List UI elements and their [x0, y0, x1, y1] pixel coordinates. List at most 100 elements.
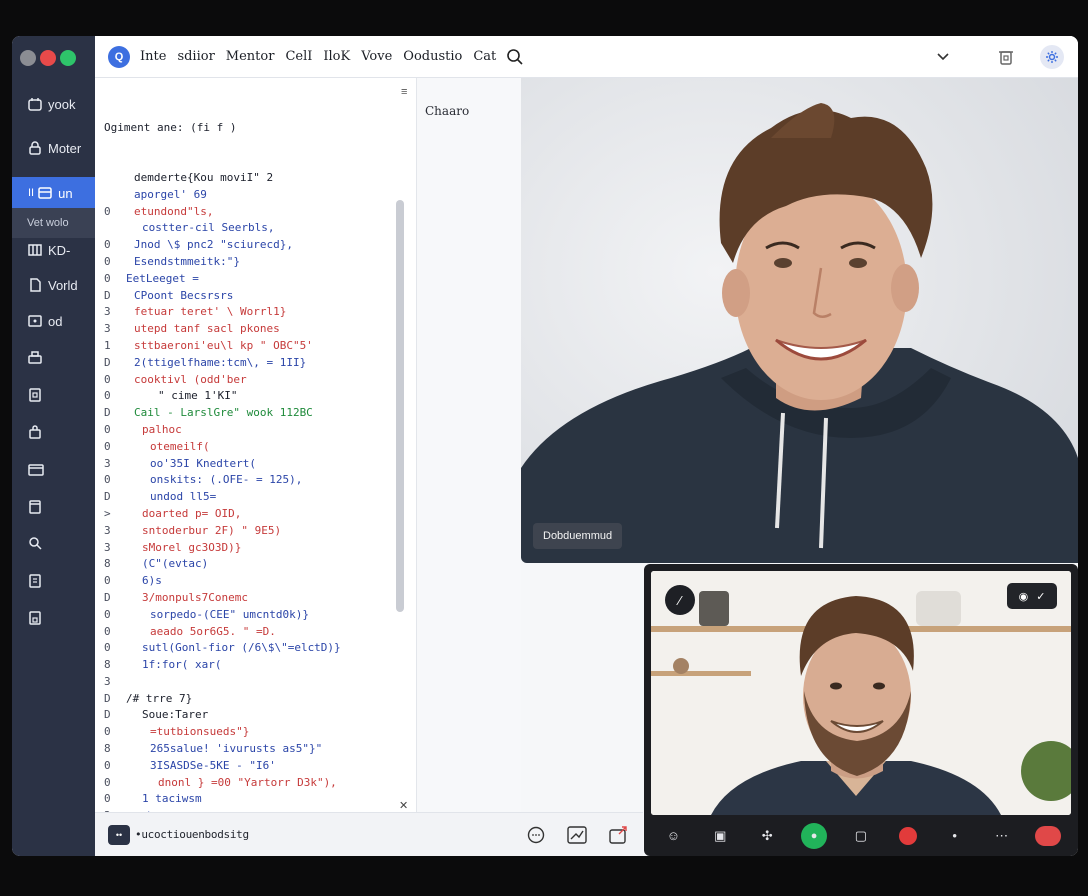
code-line: 0 sorpedo-(CEE" umcntd0k)} — [104, 607, 396, 624]
self-video-feed: ∕ ◉ ✓ — [651, 571, 1071, 815]
status-badge[interactable]: •• — [108, 824, 130, 845]
sidebar-item-moter[interactable]: Moter — [12, 132, 95, 164]
code-text: CPoont Becsrsrs — [134, 288, 234, 302]
chevron-down-icon[interactable] — [936, 52, 950, 62]
sidebar-item-un[interactable]: II un — [12, 177, 95, 209]
line-number: 3 — [104, 305, 111, 319]
code-text: " cime 1'KI" — [158, 389, 238, 403]
menu-bar: Inte sdiior Mentor CelI IloK Vove Oodust… — [140, 49, 496, 64]
self-view-window[interactable]: ∕ ◉ ✓ ☺ ▣ ✣ ● ▢ • ⋯ — [644, 564, 1078, 856]
sidebar-item-od[interactable]: od — [12, 305, 95, 337]
app-logo[interactable]: Q — [108, 45, 130, 68]
pause-icon: II — [28, 187, 35, 199]
sidebar-item-yook[interactable]: yook — [12, 88, 95, 120]
line-number: 3 — [104, 322, 111, 336]
line-number: D — [104, 355, 111, 369]
line-number: > — [104, 506, 111, 520]
line-number: 8 — [104, 742, 111, 756]
code-line: 8 265salue! 'ivurusts as5"}" — [104, 741, 396, 758]
sidebar-item-card[interactable] — [12, 454, 95, 486]
menu-item[interactable]: sdiior — [177, 49, 214, 64]
search-icon[interactable] — [506, 48, 524, 66]
sidebar-item-label: Moter — [48, 140, 82, 156]
sidebar-item-notebook[interactable] — [12, 379, 95, 411]
printer-icon — [28, 351, 42, 364]
code-text: onskits: (.OFE- = 125), — [150, 473, 303, 487]
trash-icon[interactable] — [998, 48, 1014, 66]
record-icon — [898, 826, 917, 845]
chat-title: Chaaro — [425, 104, 470, 118]
status-bar: •• •ucoctiouenbodsitg — [95, 812, 643, 856]
code-line: 0 palhoc — [104, 422, 396, 439]
menu-item[interactable]: Cat — [473, 49, 496, 64]
info-icon[interactable] — [527, 826, 545, 844]
participant-video-image — [521, 78, 1078, 563]
editor-header: Ogiment ane: (fi f ) — [104, 120, 237, 134]
settings-icon[interactable] — [1040, 45, 1064, 69]
menu-item[interactable]: Inte — [140, 49, 166, 64]
code-editor[interactable]: Ogiment ane: (fi f ) demderte{Kou moviI"… — [95, 78, 417, 856]
main-video-feed[interactable]: Dobduemmud — [521, 78, 1078, 563]
menu-item[interactable]: Mentor — [226, 49, 275, 64]
editor-scrollbar[interactable] — [396, 200, 404, 612]
line-number: 0 — [104, 792, 111, 806]
code-text: =tutbionsueds"} — [150, 725, 250, 739]
line-number: D — [104, 406, 111, 420]
more-icon[interactable]: ⋯ — [989, 823, 1015, 849]
code-line: 0 sutl(Gonl-fior (/6\$\"=elctD)} — [104, 640, 396, 657]
code-line: 0 aeado 5or6G5. " =D. — [104, 624, 396, 641]
end-call-button[interactable] — [1035, 823, 1062, 849]
mic-icon[interactable]: ● — [801, 822, 828, 849]
code-text: /# trre 7} — [126, 691, 193, 705]
editor-menu-icon[interactable]: ≡ — [401, 86, 407, 98]
sidebar-item-save[interactable] — [12, 602, 95, 634]
sidebar-item-file[interactable] — [12, 565, 95, 597]
menu-item[interactable]: Vove — [361, 49, 392, 64]
chart-icon[interactable] — [567, 826, 587, 844]
record-button[interactable] — [895, 823, 921, 849]
sidebar-item-bag[interactable] — [12, 416, 95, 448]
code-text: etundond"ls, — [134, 204, 214, 218]
pen-icon[interactable]: ∕ — [665, 585, 695, 615]
minimize-button[interactable] — [20, 50, 36, 66]
tag-icon[interactable]: ◉ — [1019, 590, 1029, 603]
menu-item[interactable]: CelI — [285, 49, 312, 64]
line-number: 3 — [104, 674, 111, 688]
menu-item[interactable]: IloK — [323, 49, 350, 64]
line-number: 0 — [104, 624, 111, 638]
pin-icon[interactable]: • — [942, 823, 968, 849]
video-icon — [28, 315, 42, 327]
sidebar-item-label: KD- — [48, 242, 71, 258]
close-icon[interactable]: ✕ — [399, 799, 408, 812]
menu-item[interactable]: Oodustio — [403, 49, 462, 64]
whiteboard-icon[interactable]: ▢ — [848, 823, 874, 849]
code-text: cooktivl (odd'ber — [134, 372, 247, 386]
code-line: 0 etundond"ls, — [104, 204, 396, 221]
code-line: demderte{Kou moviI" 2 — [104, 170, 396, 187]
code-line: 0 1 taciwsm — [104, 791, 396, 808]
emoji-icon[interactable]: ☺ — [660, 823, 686, 849]
code-line: D CPoont Becsrsrs — [104, 288, 396, 305]
code-content[interactable]: Ogiment ane: (fi f ) demderte{Kou moviI"… — [104, 86, 396, 856]
move-icon[interactable]: ✣ — [754, 823, 780, 849]
sidebar-item-printer[interactable] — [12, 342, 95, 374]
line-number: 3 — [104, 456, 111, 470]
check-icon[interactable]: ✓ — [1036, 590, 1045, 603]
lock-icon — [29, 141, 41, 155]
maximize-button[interactable] — [60, 50, 76, 66]
code-text: Esendstmmeitk:"} — [134, 254, 240, 268]
sidebar-item-archive[interactable] — [12, 491, 95, 523]
code-text: 1f:for( xar( — [142, 658, 222, 672]
code-text: utepd tanf sacl pkones — [134, 322, 280, 336]
code-text: costter-cil Seerbls, — [142, 221, 275, 235]
sidebar-item-vorld[interactable]: Vorld — [12, 269, 95, 301]
line-number: 0 — [104, 238, 111, 252]
close-button[interactable] — [40, 50, 56, 66]
status-text: •ucoctiouenbodsitg — [135, 828, 249, 841]
screen-icon[interactable]: ▣ — [707, 823, 733, 849]
pip-actions[interactable]: ◉ ✓ — [1007, 583, 1057, 609]
code-text: sMorel gc3O3D)} — [142, 540, 242, 554]
sidebar-item-search[interactable] — [12, 527, 95, 559]
sidebar-item-kd[interactable]: KD- — [12, 234, 95, 266]
export-icon[interactable] — [609, 826, 629, 844]
